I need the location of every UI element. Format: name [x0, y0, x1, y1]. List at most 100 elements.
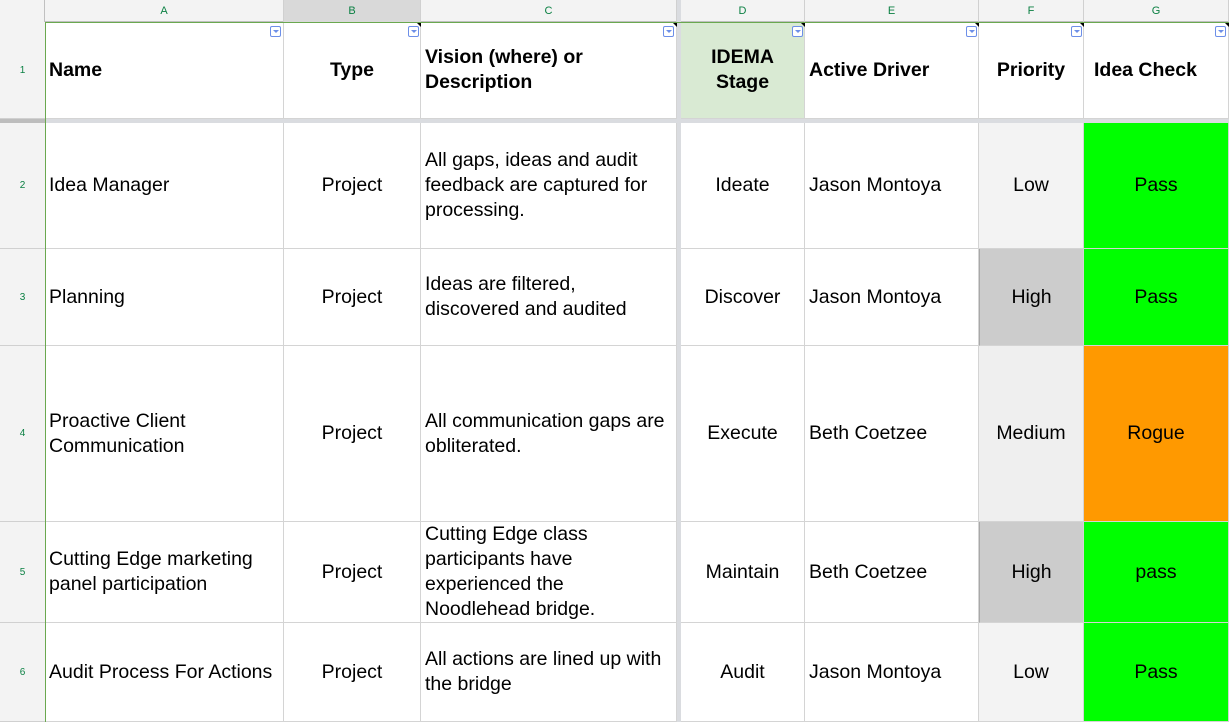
- cell-text: Proactive Client Communication: [49, 409, 186, 457]
- filter-dropdown-icon[interactable]: [792, 26, 803, 37]
- cell-description[interactable]: All gaps, ideas and audit feedback are c…: [421, 123, 677, 249]
- row-header-6[interactable]: 6: [0, 623, 45, 722]
- cell-description[interactable]: Cutting Edge class participants have exp…: [421, 522, 677, 623]
- cell-text: Project: [321, 174, 383, 196]
- frozen-row-divider[interactable]: [0, 119, 1229, 123]
- cell-text: Medium: [996, 422, 1066, 444]
- cell-text: Ideas are filtered, discovered and audit…: [425, 273, 627, 320]
- row-header-1[interactable]: 1: [0, 22, 45, 119]
- cell-text: Cutting Edge class participants have exp…: [425, 523, 596, 620]
- cell-text: Discover: [704, 285, 781, 308]
- row-header-2[interactable]: 2: [0, 123, 45, 249]
- cell-type[interactable]: Project: [284, 123, 421, 249]
- selection-border-top: [45, 22, 1229, 23]
- cell-idea-check[interactable]: Pass: [1084, 623, 1229, 722]
- cell-driver[interactable]: Jason Montoya: [805, 123, 979, 249]
- header-cell-stage[interactable]: IDEMA Stage: [681, 22, 805, 119]
- cell-text: Idea Manager: [49, 174, 170, 196]
- cell-idea-check[interactable]: Pass: [1084, 249, 1229, 346]
- cell-type[interactable]: Project: [284, 346, 421, 522]
- header-cell-driver[interactable]: Active Driver: [805, 22, 979, 119]
- cell-priority[interactable]: Low: [979, 123, 1084, 249]
- column-header-d[interactable]: D: [681, 0, 805, 22]
- cell-text: Jason Montoya: [809, 660, 942, 683]
- cell-description[interactable]: All actions are lined up with the bridge: [421, 623, 677, 722]
- cell-stage[interactable]: Execute: [681, 346, 805, 522]
- cell-text: Beth Coetzee: [809, 560, 928, 583]
- cell-text: Rogue: [1127, 422, 1185, 444]
- header-cell-type[interactable]: Type: [284, 22, 421, 119]
- cell-driver[interactable]: Beth Coetzee: [805, 522, 979, 623]
- cell-text: Planning: [49, 285, 125, 308]
- cell-text: Project: [321, 285, 383, 308]
- column-header-a[interactable]: A: [45, 0, 284, 22]
- header-description-label: Vision (where) or Description: [425, 46, 583, 93]
- filter-dropdown-icon[interactable]: [1215, 26, 1226, 37]
- cell-name[interactable]: Idea Manager: [45, 123, 284, 249]
- header-priority-label: Priority: [996, 58, 1066, 81]
- cell-name[interactable]: Planning: [45, 249, 284, 346]
- cell-text: High: [1011, 560, 1052, 583]
- column-header-b[interactable]: B: [284, 0, 421, 22]
- header-cell-idea-check[interactable]: Idea Check: [1084, 22, 1229, 119]
- header-cell-priority[interactable]: Priority: [979, 22, 1084, 119]
- filter-dropdown-icon[interactable]: [1071, 26, 1082, 37]
- row-header-5[interactable]: 5: [0, 522, 45, 623]
- filter-dropdown-icon[interactable]: [966, 26, 977, 37]
- cell-type[interactable]: Project: [284, 522, 421, 623]
- cell-priority[interactable]: Medium: [979, 346, 1084, 522]
- row-header-3[interactable]: 3: [0, 249, 45, 346]
- column-header-f[interactable]: F: [979, 0, 1084, 22]
- cell-text: Audit Process For Actions: [49, 660, 273, 683]
- cell-text: Maintain: [705, 560, 780, 583]
- cell-text: Project: [321, 560, 383, 583]
- frozen-column-divider[interactable]: [677, 0, 681, 722]
- cell-text: pass: [1135, 560, 1177, 583]
- cell-priority[interactable]: High: [979, 249, 1084, 346]
- filter-dropdown-icon[interactable]: [408, 26, 419, 37]
- cell-description[interactable]: All communication gaps are obliterated.: [421, 346, 677, 522]
- cell-stage[interactable]: Maintain: [681, 522, 805, 623]
- filter-dropdown-icon[interactable]: [270, 26, 281, 37]
- cell-idea-check[interactable]: Rogue: [1084, 346, 1229, 522]
- header-cell-name[interactable]: Name: [45, 22, 284, 119]
- cell-text: Pass: [1134, 174, 1178, 196]
- cell-text: Cutting Edge marketing panel participati…: [49, 548, 253, 595]
- cell-idea-check[interactable]: pass: [1084, 522, 1229, 623]
- cell-priority[interactable]: High: [979, 522, 1084, 623]
- cell-stage[interactable]: Ideate: [681, 123, 805, 249]
- cell-type[interactable]: Project: [284, 623, 421, 722]
- cell-idea-check[interactable]: Pass: [1084, 123, 1229, 249]
- frozen-row-handle[interactable]: [0, 119, 45, 123]
- column-header-e[interactable]: E: [805, 0, 979, 22]
- cell-stage[interactable]: Audit: [681, 623, 805, 722]
- cell-driver[interactable]: Jason Montoya: [805, 623, 979, 722]
- cell-name[interactable]: Cutting Edge marketing panel participati…: [45, 522, 284, 623]
- header-name-label: Name: [49, 58, 103, 81]
- selection-border-left: [45, 22, 46, 722]
- cell-name[interactable]: Audit Process For Actions: [45, 623, 284, 722]
- cell-stage[interactable]: Discover: [681, 249, 805, 346]
- cell-driver[interactable]: Beth Coetzee: [805, 346, 979, 522]
- header-cell-description[interactable]: Vision (where) or Description: [421, 22, 677, 119]
- filter-dropdown-icon[interactable]: [663, 26, 674, 37]
- cell-text: All actions are lined up with the bridge: [425, 648, 662, 695]
- cell-driver[interactable]: Jason Montoya: [805, 249, 979, 346]
- select-all-corner[interactable]: [0, 0, 45, 22]
- row-header-4[interactable]: 4: [0, 346, 45, 522]
- cell-text: Ideate: [715, 174, 770, 196]
- column-header-g[interactable]: G: [1084, 0, 1229, 22]
- cell-text: Pass: [1134, 285, 1178, 308]
- cell-text: Execute: [707, 422, 778, 444]
- header-type-label: Type: [329, 58, 375, 81]
- column-header-c[interactable]: C: [421, 0, 677, 22]
- cell-type[interactable]: Project: [284, 249, 421, 346]
- cell-text: Jason Montoya: [809, 285, 942, 308]
- header-driver-label: Active Driver: [809, 58, 930, 81]
- cell-priority[interactable]: Low: [979, 623, 1084, 722]
- cell-text: Audit: [720, 660, 765, 683]
- cell-name[interactable]: Proactive Client Communication: [45, 346, 284, 522]
- cell-description[interactable]: Ideas are filtered, discovered and audit…: [421, 249, 677, 346]
- cell-text: Beth Coetzee: [809, 422, 928, 444]
- cell-text: Project: [321, 422, 383, 444]
